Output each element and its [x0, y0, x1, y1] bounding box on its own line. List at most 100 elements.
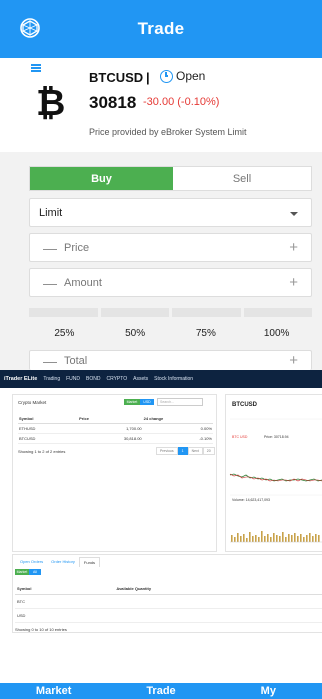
- percentage-labels: 25% 50% 75% 100%: [29, 328, 312, 339]
- pct-bar-100[interactable]: [243, 308, 312, 317]
- table-row: ETHUSD 1,700.00 0.00%: [18, 423, 213, 434]
- funds-market-button: Market: [15, 569, 29, 575]
- quote-card: ₿ BTCUSD | Open 30818 -30.00 (-0.10%) Pr…: [0, 58, 322, 152]
- tab-open-orders: Open Orders: [20, 559, 44, 564]
- amount-decrement-button[interactable]: —: [43, 275, 57, 291]
- last-price: 30818: [89, 93, 137, 112]
- side-toggle: Buy Sell: [29, 166, 312, 191]
- symbol-label: BTCUSD: [89, 70, 144, 85]
- col-price: Price: [78, 414, 143, 424]
- percentage-slider[interactable]: [29, 308, 312, 317]
- amount-stepper[interactable]: — Amount +: [29, 268, 312, 297]
- total-decrement-button[interactable]: —: [43, 353, 57, 369]
- globe-logo-icon[interactable]: [18, 16, 42, 40]
- price-stepper[interactable]: — Price +: [29, 233, 312, 262]
- bottom-navigation: Market Trade My: [0, 683, 322, 699]
- market-entries-info: Showing 1 to 2 of 2 entries: [18, 449, 66, 454]
- menu-icon[interactable]: [31, 64, 41, 72]
- market-status: Open: [176, 69, 206, 83]
- sell-tab[interactable]: Sell: [173, 167, 311, 190]
- pct-bar-75[interactable]: [172, 308, 241, 317]
- clock-icon: [160, 70, 173, 83]
- price-change: -30.00 (-0.10%): [143, 96, 220, 108]
- row-change: 0.00%: [142, 423, 213, 434]
- table-header-row: Symbol Price 24 change: [18, 414, 213, 424]
- market-search-input: Search...: [157, 398, 203, 406]
- pager-next: Next: [187, 447, 203, 455]
- price-line-red: [229, 473, 322, 482]
- row-quantity: [114, 594, 322, 609]
- row-price: 1,700.00: [78, 423, 143, 434]
- order-type-value: Limit: [39, 207, 63, 219]
- table-header-row: Symbol Available Quantity: [15, 583, 322, 595]
- col-change: 24 change: [142, 414, 213, 424]
- amount-increment-button[interactable]: +: [289, 274, 298, 291]
- market-filter-button: Market: [124, 399, 140, 405]
- pct-100-button[interactable]: 100%: [241, 328, 312, 339]
- pct-bar-25[interactable]: [29, 308, 98, 317]
- row-change: -0.10%: [142, 433, 213, 444]
- buy-tab[interactable]: Buy: [30, 167, 173, 190]
- web-brand: iTrader ELite: [4, 376, 38, 382]
- market-panel-title: Crypto Market: [18, 400, 47, 405]
- row-price: 30,818.00: [78, 433, 143, 444]
- pager-previous: Previous: [156, 447, 178, 455]
- web-nav-crypto: CRYPTO: [106, 376, 128, 382]
- price-provider: Price provided by eBroker System Limit: [89, 127, 247, 137]
- nav-my[interactable]: My: [215, 685, 322, 697]
- symbol-separator: |: [146, 70, 150, 85]
- chevron-down-icon: [290, 212, 298, 216]
- page-title: Trade: [137, 19, 185, 38]
- pct-25-button[interactable]: 25%: [29, 328, 100, 339]
- market-table: Symbol Price 24 change ETHUSD 1,700.00 0…: [18, 414, 213, 444]
- funds-table: Symbol Available Quantity BTC USD: [15, 583, 322, 623]
- web-nav-assets: Assets: [133, 376, 149, 382]
- price-chart-graphic: [229, 418, 322, 543]
- market-pager: Previous 1 Next 20: [156, 447, 215, 455]
- btcusd-chart-panel: BTCUSD BTC USD Price: 30718.94 Volume: 1…: [225, 394, 322, 552]
- total-increment-button[interactable]: +: [289, 352, 298, 369]
- price-placeholder: Price: [64, 242, 90, 254]
- bitcoin-icon: ₿: [36, 83, 66, 124]
- volume-bars: [231, 531, 320, 542]
- total-placeholder: Total: [64, 355, 88, 367]
- nav-market[interactable]: Market: [0, 685, 107, 697]
- orders-tabs: Open Orders Order History Funds: [16, 557, 101, 567]
- row-symbol: BTCUSD: [18, 433, 79, 444]
- funds-entries-info: Showing 0 to 10 of 10 entries: [15, 627, 67, 632]
- row-quantity: [114, 608, 322, 623]
- table-row: USD: [15, 608, 322, 623]
- web-navbar: iTrader ELite Trading FUND BOND CRYPTO A…: [0, 370, 322, 388]
- web-nav-stock-info: Stock Information: [154, 376, 194, 382]
- pager-size: 20: [202, 447, 215, 455]
- row-symbol: ETHUSD: [18, 423, 79, 434]
- chart-volume-readout: Volume: 14,623,417,093: [232, 498, 270, 502]
- web-nav-fund: FUND: [66, 376, 80, 382]
- orders-funds-panel: Open Orders Order History Funds Market A…: [12, 554, 322, 633]
- amount-placeholder: Amount: [64, 277, 102, 289]
- col-symbol: Symbol: [18, 414, 79, 424]
- pct-50-button[interactable]: 50%: [100, 328, 171, 339]
- app-header: Trade: [0, 0, 322, 58]
- tab-order-history: Order History: [51, 559, 75, 564]
- order-form: Buy Sell Limit — Price + — Amount + 25% …: [0, 152, 322, 370]
- total-stepper[interactable]: — Total +: [29, 350, 312, 370]
- row-symbol: USD: [15, 608, 115, 623]
- row-symbol: BTC: [15, 594, 115, 609]
- embedded-web-screenshot: iTrader ELite Trading FUND BOND CRYPTO A…: [0, 370, 322, 683]
- pct-bar-50[interactable]: [100, 308, 169, 317]
- col-available-quantity: Available Quantity: [114, 583, 322, 595]
- pct-75-button[interactable]: 75%: [171, 328, 242, 339]
- pager-page-1: 1: [177, 447, 188, 455]
- order-type-select[interactable]: Limit: [29, 198, 312, 227]
- nav-trade[interactable]: Trade: [107, 685, 214, 697]
- col-symbol: Symbol: [15, 583, 115, 595]
- table-row: BTCUSD 30,818.00 -0.10%: [18, 433, 213, 444]
- web-nav-bond: BOND: [86, 376, 101, 382]
- price-increment-button[interactable]: +: [289, 239, 298, 256]
- table-row: BTC: [15, 594, 322, 609]
- funds-all-button: All: [29, 569, 41, 575]
- web-nav-trading: Trading: [43, 376, 61, 382]
- crypto-market-panel: Crypto Market Market USD Search... Symbo…: [12, 394, 217, 552]
- price-decrement-button[interactable]: —: [43, 240, 57, 256]
